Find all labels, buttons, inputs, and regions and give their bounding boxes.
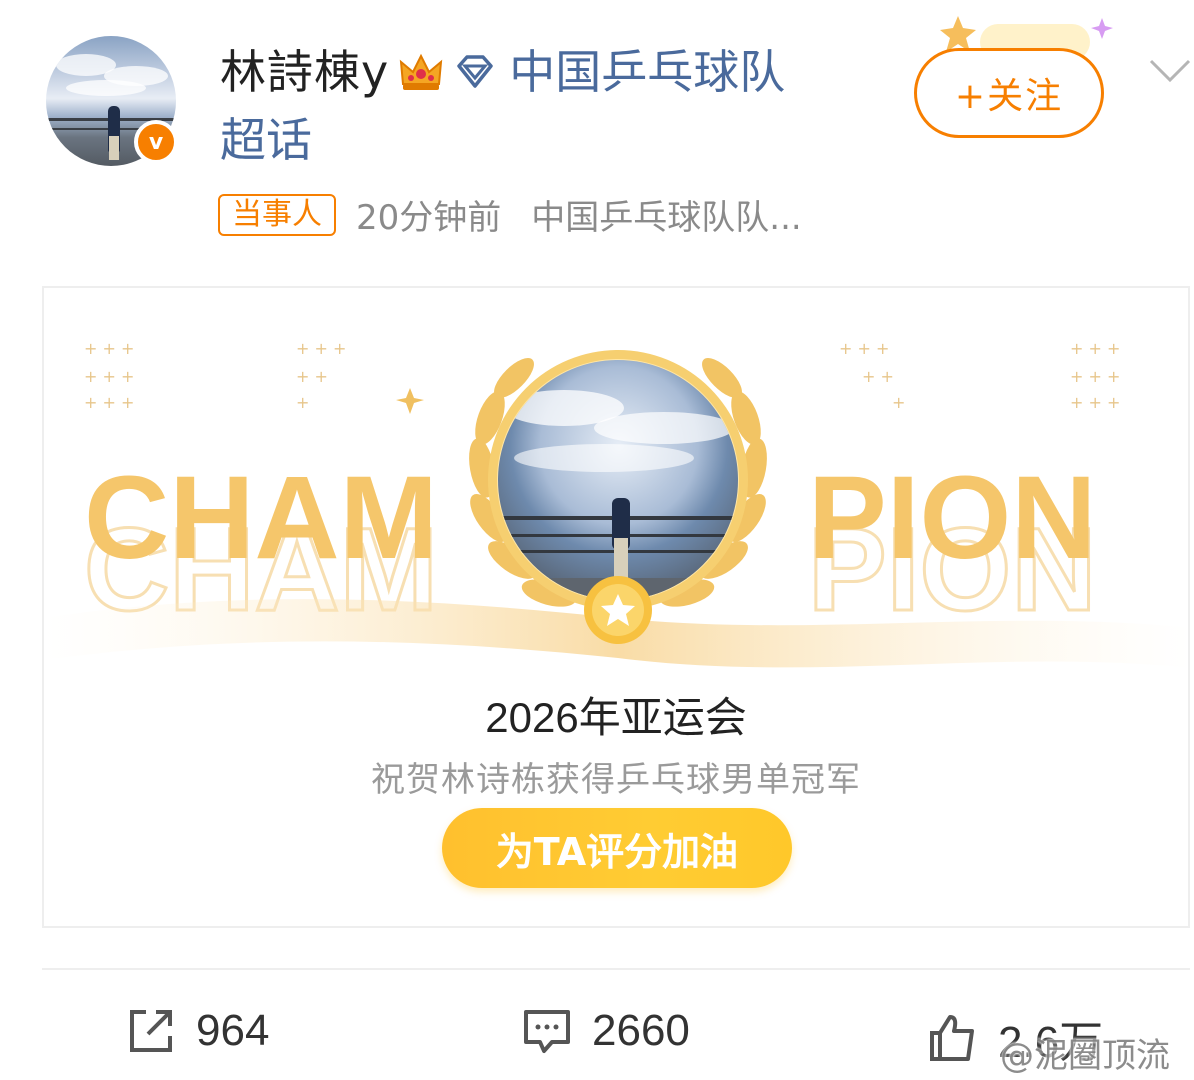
- svg-text:+ + +: + + +: [84, 367, 134, 386]
- post-meta: 当事人 20分钟前 中国乒乓球队队...: [218, 190, 802, 239]
- card-subtitle: 祝贺林诗栋获得乒乓球男单冠军: [371, 760, 861, 800]
- share-icon: [130, 1010, 172, 1052]
- avatar[interactable]: v: [46, 36, 178, 168]
- follow-button[interactable]: +关注: [914, 48, 1104, 138]
- card-title: 2026年亚运会: [485, 694, 747, 741]
- champion-card[interactable]: + + + + + + + + + + + + + + + + + + + + + + + …: [42, 286, 1190, 928]
- post-header: 林詩棟y 中国乒乓球队: [220, 40, 870, 104]
- share-count: 964: [196, 1006, 270, 1055]
- svg-text:+: +: [296, 393, 309, 412]
- svg-text:+ + +: + + +: [1070, 367, 1120, 386]
- svg-text:+ + +: + + +: [84, 393, 134, 412]
- weibo-post: v 林詩棟y 中国乒乓球队 超话 +关注 当事人 20分钟前 中国乒乓球队队..…: [0, 0, 1194, 1080]
- verified-badge: v: [134, 120, 178, 164]
- user-name[interactable]: 林詩棟y: [220, 40, 389, 104]
- svg-text:+ + +: + + +: [1070, 393, 1120, 412]
- svg-text:+ + +: + + +: [84, 339, 134, 358]
- crown-icon: [400, 53, 443, 90]
- svg-text:+ + +: + + +: [296, 339, 346, 358]
- rate-cheer-button[interactable]: 为TA评分加油: [442, 808, 792, 888]
- watermark: @泥圈顶流: [1000, 1036, 1170, 1076]
- comment-count: 2660: [592, 1006, 690, 1055]
- svg-text:+ + +: + + +: [839, 339, 889, 358]
- share-button[interactable]: 964: [126, 1006, 269, 1056]
- svg-text:+ +: + +: [862, 367, 894, 386]
- thumbs-up-icon: [930, 1015, 974, 1061]
- divider: [42, 968, 1190, 970]
- svg-text:+ + +: + + +: [1070, 339, 1120, 358]
- banner-text-right: PION: [808, 452, 1097, 584]
- comment-icon: [524, 1010, 570, 1053]
- post-source[interactable]: 中国乒乓球队队...: [531, 190, 801, 239]
- post-time: 20分钟前: [356, 198, 502, 238]
- topic-suffix-link[interactable]: 超话: [220, 108, 312, 172]
- comment-button[interactable]: 2660: [522, 1006, 690, 1056]
- champion-banner: + + + + + + + + + + + + + + + + + + + + + + + …: [44, 339, 1188, 668]
- topic-link[interactable]: 中国乒乓球队: [509, 40, 785, 104]
- status-badge: 当事人: [218, 193, 336, 236]
- svg-text:+: +: [892, 393, 905, 412]
- diamond-icon: [457, 55, 493, 88]
- banner-text-left: CHAM: [84, 452, 438, 584]
- chevron-down-icon[interactable]: [1148, 56, 1192, 86]
- svg-text:+ +: + +: [296, 367, 328, 386]
